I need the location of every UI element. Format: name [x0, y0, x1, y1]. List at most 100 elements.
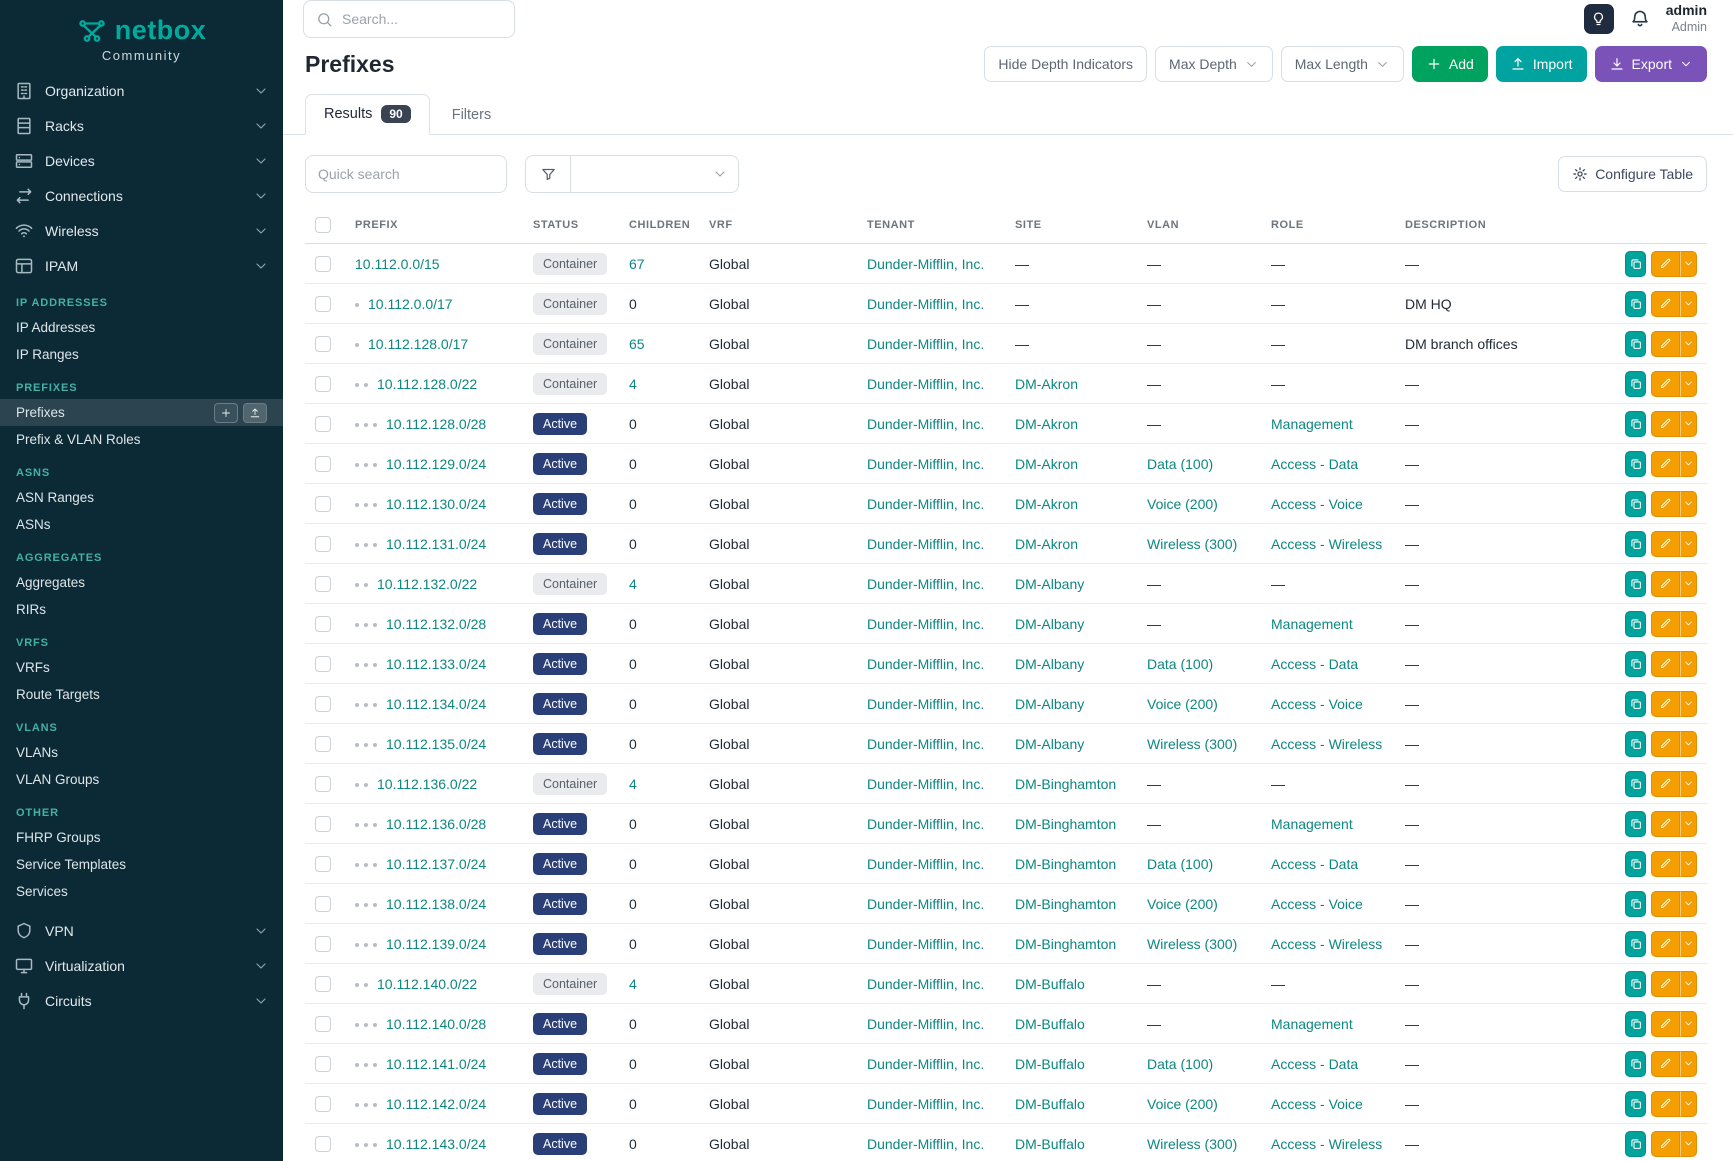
tab-results[interactable]: Results90: [305, 94, 430, 135]
column-header-status[interactable]: STATUS: [523, 209, 619, 244]
global-search[interactable]: [303, 0, 515, 38]
tenant-link[interactable]: Dunder-Mifflin, Inc.: [867, 1096, 984, 1112]
children-count-link[interactable]: 67: [629, 256, 645, 272]
edit-button[interactable]: [1651, 1011, 1680, 1037]
role-link[interactable]: Management: [1271, 616, 1353, 632]
copy-button[interactable]: [1625, 691, 1646, 717]
prefix-link[interactable]: 10.112.141.0/24: [386, 1056, 486, 1072]
edit-dropdown-toggle[interactable]: [1680, 691, 1697, 717]
tenant-link[interactable]: Dunder-Mifflin, Inc.: [867, 1136, 984, 1152]
row-checkbox[interactable]: [315, 656, 331, 672]
edit-dropdown-toggle[interactable]: [1680, 651, 1697, 677]
hide-depth-indicators-button[interactable]: Hide Depth Indicators: [984, 46, 1147, 82]
copy-button[interactable]: [1625, 451, 1646, 477]
site-link[interactable]: DM-Buffalo: [1015, 976, 1085, 992]
prefix-link[interactable]: 10.112.132.0/28: [386, 616, 486, 632]
column-header-vlan[interactable]: VLAN: [1137, 209, 1261, 244]
sidebar-item-prefixes[interactable]: Prefixes: [0, 399, 283, 426]
copy-button[interactable]: [1625, 371, 1646, 397]
role-link[interactable]: Access - Wireless: [1271, 536, 1382, 552]
sidebar-item-connections[interactable]: Connections: [0, 178, 283, 213]
vlan-link[interactable]: Data (100): [1147, 1056, 1213, 1072]
column-header-children[interactable]: CHILDREN: [619, 209, 699, 244]
children-count-link[interactable]: 4: [629, 976, 637, 992]
tenant-link[interactable]: Dunder-Mifflin, Inc.: [867, 1056, 984, 1072]
notifications-button[interactable]: [1629, 8, 1651, 30]
row-checkbox[interactable]: [315, 1056, 331, 1072]
copy-button[interactable]: [1625, 411, 1646, 437]
global-search-input[interactable]: [342, 11, 502, 27]
prefix-link[interactable]: 10.112.135.0/24: [386, 736, 486, 752]
prefix-link[interactable]: 10.112.142.0/24: [386, 1096, 486, 1112]
tenant-link[interactable]: Dunder-Mifflin, Inc.: [867, 256, 984, 272]
site-link[interactable]: DM-Albany: [1015, 576, 1084, 592]
tenant-link[interactable]: Dunder-Mifflin, Inc.: [867, 496, 984, 512]
edit-button[interactable]: [1651, 491, 1680, 517]
edit-dropdown-toggle[interactable]: [1680, 851, 1697, 877]
prefix-link[interactable]: 10.112.0.0/15: [355, 256, 440, 272]
edit-button[interactable]: [1651, 651, 1680, 677]
sidebar-item-vlans[interactable]: VLANs: [0, 739, 283, 766]
copy-button[interactable]: [1625, 491, 1646, 517]
edit-dropdown-toggle[interactable]: [1680, 771, 1697, 797]
tenant-link[interactable]: Dunder-Mifflin, Inc.: [867, 776, 984, 792]
role-link[interactable]: Management: [1271, 816, 1353, 832]
edit-dropdown-toggle[interactable]: [1680, 331, 1697, 357]
role-link[interactable]: Access - Wireless: [1271, 736, 1382, 752]
children-count-link[interactable]: 4: [629, 376, 637, 392]
row-checkbox[interactable]: [315, 1096, 331, 1112]
tenant-link[interactable]: Dunder-Mifflin, Inc.: [867, 696, 984, 712]
site-link[interactable]: DM-Binghamton: [1015, 896, 1116, 912]
tenant-link[interactable]: Dunder-Mifflin, Inc.: [867, 416, 984, 432]
max-length-dropdown[interactable]: Max Length: [1281, 46, 1404, 82]
tenant-link[interactable]: Dunder-Mifflin, Inc.: [867, 376, 984, 392]
prefix-link[interactable]: 10.112.132.0/22: [377, 576, 477, 592]
prefix-link[interactable]: 10.112.131.0/24: [386, 536, 486, 552]
prefix-link[interactable]: 10.112.0.0/17: [368, 296, 453, 312]
prefix-link[interactable]: 10.112.129.0/24: [386, 456, 486, 472]
theme-toggle-button[interactable]: [1584, 4, 1614, 34]
max-depth-dropdown[interactable]: Max Depth: [1155, 46, 1273, 82]
edit-button[interactable]: [1651, 771, 1680, 797]
vlan-link[interactable]: Voice (200): [1147, 896, 1218, 912]
role-link[interactable]: Access - Voice: [1271, 496, 1363, 512]
site-link[interactable]: DM-Albany: [1015, 656, 1084, 672]
edit-button[interactable]: [1651, 251, 1680, 277]
role-link[interactable]: Access - Data: [1271, 856, 1358, 872]
site-link[interactable]: DM-Albany: [1015, 696, 1084, 712]
row-checkbox[interactable]: [315, 496, 331, 512]
column-header-prefix[interactable]: PREFIX: [345, 209, 523, 244]
sidebar-item-vlan-groups[interactable]: VLAN Groups: [0, 766, 283, 793]
edit-dropdown-toggle[interactable]: [1680, 251, 1697, 277]
site-link[interactable]: DM-Buffalo: [1015, 1096, 1085, 1112]
sidebar-item-ip-ranges[interactable]: IP Ranges: [0, 341, 283, 368]
sidebar-item-virtualization[interactable]: Virtualization: [0, 948, 283, 983]
site-link[interactable]: DM-Buffalo: [1015, 1056, 1085, 1072]
sidebar-item-ip-addresses[interactable]: IP Addresses: [0, 314, 283, 341]
tenant-link[interactable]: Dunder-Mifflin, Inc.: [867, 1016, 984, 1032]
row-checkbox[interactable]: [315, 816, 331, 832]
site-link[interactable]: DM-Buffalo: [1015, 1136, 1085, 1152]
prefix-link[interactable]: 10.112.139.0/24: [386, 936, 486, 952]
site-link[interactable]: DM-Akron: [1015, 376, 1078, 392]
sidebar-item-service-templates[interactable]: Service Templates: [0, 851, 283, 878]
copy-button[interactable]: [1625, 291, 1646, 317]
role-link[interactable]: Access - Wireless: [1271, 936, 1382, 952]
copy-button[interactable]: [1625, 891, 1646, 917]
edit-dropdown-toggle[interactable]: [1680, 1091, 1697, 1117]
edit-button[interactable]: [1651, 451, 1680, 477]
edit-button[interactable]: [1651, 891, 1680, 917]
role-link[interactable]: Access - Voice: [1271, 1096, 1363, 1112]
import-prefixes-button[interactable]: [243, 403, 267, 423]
row-checkbox[interactable]: [315, 736, 331, 752]
copy-button[interactable]: [1625, 731, 1646, 757]
role-link[interactable]: Management: [1271, 416, 1353, 432]
sidebar-item-vrfs[interactable]: VRFs: [0, 654, 283, 681]
edit-dropdown-toggle[interactable]: [1680, 1131, 1697, 1157]
vlan-link[interactable]: Wireless (300): [1147, 736, 1237, 752]
column-header-description[interactable]: DESCRIPTION: [1395, 209, 1615, 244]
edit-dropdown-toggle[interactable]: [1680, 411, 1697, 437]
edit-button[interactable]: [1651, 851, 1680, 877]
tenant-link[interactable]: Dunder-Mifflin, Inc.: [867, 336, 984, 352]
tenant-link[interactable]: Dunder-Mifflin, Inc.: [867, 736, 984, 752]
